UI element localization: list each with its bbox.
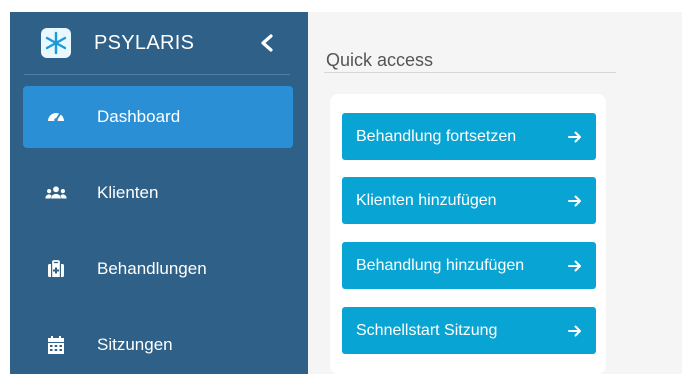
sidebar-item-label: Klienten [97, 183, 159, 202]
main-content: Quick access Behandlung fortsetzen Klien… [308, 12, 682, 374]
arrow-right-icon [568, 260, 582, 272]
sidebar-item-dashboard[interactable]: Dashboard [23, 86, 293, 148]
button-label: Klienten hinzufügen [356, 191, 497, 209]
behandlung-hinzufuegen-button[interactable]: Behandlung hinzufügen [342, 242, 596, 289]
divider [324, 72, 616, 73]
quick-access-title: Quick access [326, 50, 434, 70]
button-label: Schnellstart Sitzung [356, 321, 498, 339]
arrow-right-icon [568, 195, 582, 207]
quick-access-card: Behandlung fortsetzen Klienten hinzufüge… [330, 94, 606, 374]
brand-header: PSYLARIS [24, 12, 290, 75]
klienten-hinzufuegen-button[interactable]: Klienten hinzufügen [342, 177, 596, 224]
button-label: Behandlung fortsetzen [356, 127, 517, 145]
brand-name: PSYLARIS [94, 31, 195, 54]
schnellstart-sitzung-button[interactable]: Schnellstart Sitzung [342, 307, 596, 354]
sidebar-item-klienten[interactable]: Klienten [23, 162, 293, 224]
arrow-right-icon [568, 325, 582, 337]
sidebar-item-label: Sitzungen [97, 335, 173, 354]
medical-kit-icon [45, 258, 67, 280]
sidebar-item-label: Dashboard [97, 107, 181, 126]
arrow-right-icon [568, 131, 582, 143]
button-label: Behandlung hinzufügen [356, 256, 525, 274]
sidebar: PSYLARIS Dashboard Klienten Behandlungen… [10, 12, 308, 374]
sidebar-item-sitzungen[interactable]: Sitzungen [23, 314, 293, 376]
calendar-icon [45, 334, 67, 356]
sidebar-item-behandlungen[interactable]: Behandlungen [23, 238, 293, 300]
speedometer-icon [45, 106, 67, 128]
behandlung-fortsetzen-button[interactable]: Behandlung fortsetzen [342, 113, 596, 160]
users-icon [45, 182, 67, 204]
chevron-left-icon[interactable] [256, 32, 278, 54]
sidebar-item-label: Behandlungen [97, 259, 207, 278]
snowflake-logo-icon [41, 28, 71, 58]
